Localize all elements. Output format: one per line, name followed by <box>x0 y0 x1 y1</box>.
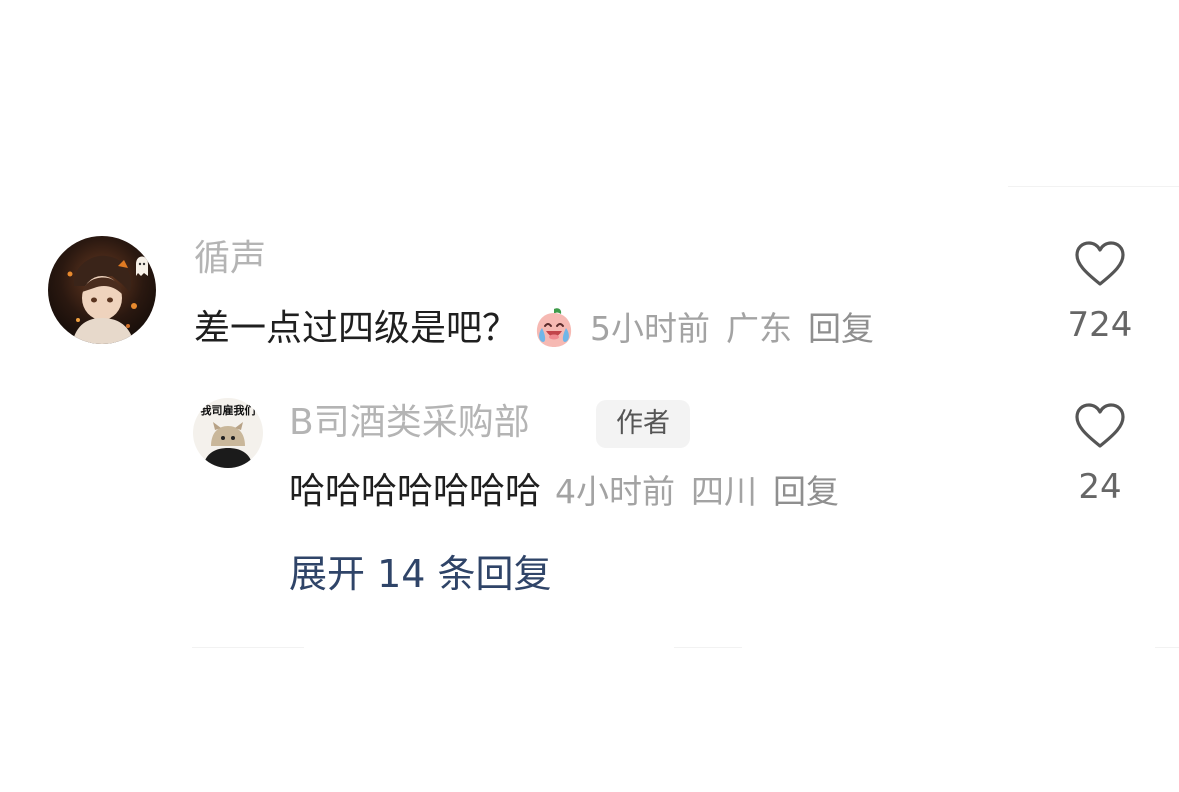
reply-location: 四川 <box>691 472 758 511</box>
reply-line: 哈哈哈哈哈哈哈 4小时前 四川 回复 <box>289 469 839 515</box>
top-divider <box>1008 186 1179 187</box>
reply-reply-button[interactable]: 回复 <box>773 469 839 515</box>
reply-like: 24 <box>1045 402 1155 506</box>
comment-text: 差一点过四级是吧？ <box>194 308 519 349</box>
comment-time: 5小时前 <box>590 309 711 348</box>
comment-location: 广东 <box>726 309 793 348</box>
crying-laughing-peach-emoji-icon <box>532 305 576 349</box>
bottom-divider <box>674 647 742 648</box>
bottom-divider <box>192 647 304 648</box>
heart-icon[interactable] <box>1073 240 1127 288</box>
comment-like-count: 724 <box>1067 305 1133 345</box>
heart-icon[interactable] <box>1073 402 1127 450</box>
commenter-username[interactable]: 循声 <box>194 237 266 281</box>
reply-text: 哈哈哈哈哈哈哈 <box>289 471 542 512</box>
avatar-image <box>48 236 156 344</box>
avatar-image: 我司雇我们 <box>193 398 263 468</box>
commenter-avatar[interactable] <box>48 236 156 344</box>
reply-username[interactable]: B司酒类采购部 <box>289 401 530 445</box>
comment-like: 724 <box>1045 240 1155 344</box>
comment-reply-button[interactable]: 回复 <box>808 306 874 352</box>
reply-avatar[interactable]: 我司雇我们 <box>193 398 263 468</box>
reply-time: 4小时前 <box>555 472 676 511</box>
author-badge: 作者 <box>596 400 690 448</box>
bottom-divider <box>1155 647 1179 648</box>
reply-like-count: 24 <box>1078 467 1122 507</box>
expand-replies-button[interactable]: 展开 14 条回复 <box>289 550 552 598</box>
svg-text:我司雇我们: 我司雇我们 <box>201 403 256 417</box>
comment-line: 差一点过四级是吧？ 5小时前 广东 回复 <box>194 306 874 352</box>
